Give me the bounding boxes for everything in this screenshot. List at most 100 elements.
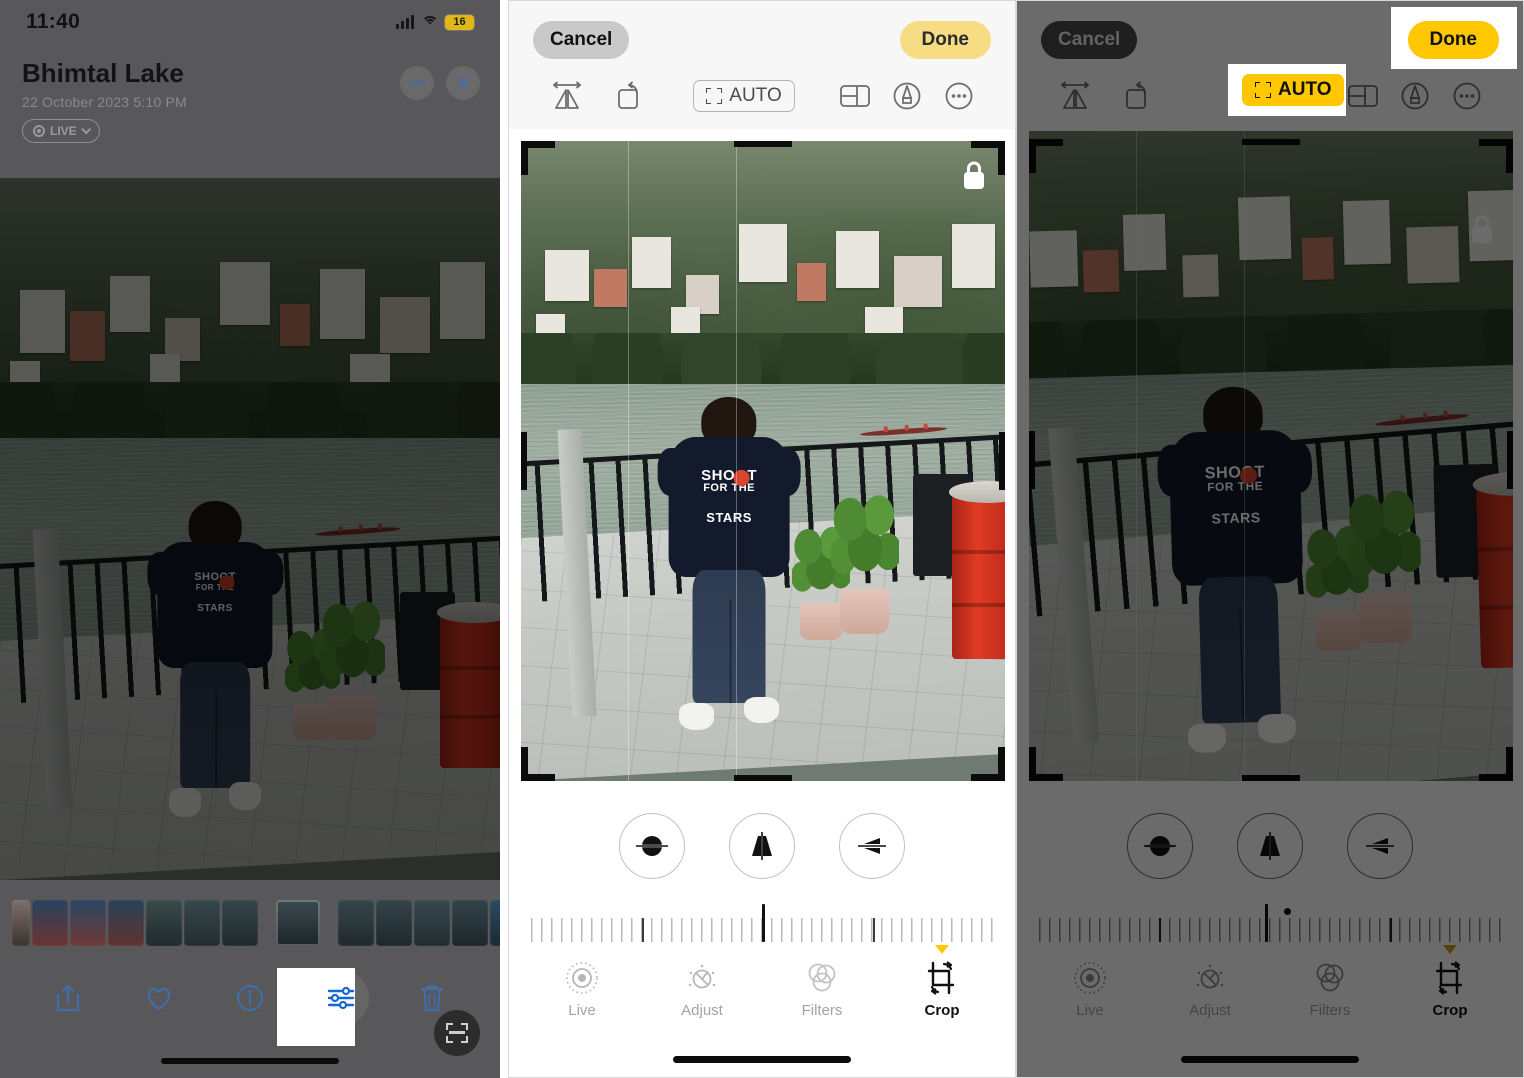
list-item[interactable] [490, 900, 500, 946]
list-item[interactable] [32, 900, 68, 946]
panel-photo-viewer: SHOOT FOR THE STARS 11:40 16 Bhimtal Lak… [0, 0, 500, 1078]
list-item-selected[interactable] [276, 900, 320, 946]
aspect-lock-button[interactable] [1469, 213, 1495, 250]
geometry-controls [509, 813, 1015, 879]
crop-frame[interactable] [1029, 139, 1513, 781]
tab-adjust[interactable]: Adjust [1167, 961, 1253, 1019]
crop-preview[interactable]: SHOOT FOR THE STARS [521, 141, 1005, 781]
done-button[interactable]: Done [1407, 21, 1499, 59]
straighten-button[interactable] [619, 813, 685, 879]
markup-button[interactable] [881, 81, 933, 111]
horizontal-perspective-button[interactable] [1347, 813, 1413, 879]
rotate-button[interactable] [603, 81, 659, 111]
photo-filmstrip[interactable] [12, 900, 500, 946]
ruler-needle[interactable] [762, 904, 765, 942]
tab-filters[interactable]: Filters [1287, 961, 1373, 1019]
flip-button[interactable] [1047, 81, 1103, 111]
done-button[interactable]: Done [899, 21, 991, 59]
info-button[interactable] [222, 970, 278, 1026]
shirt-text-line2: FOR THE [195, 582, 235, 592]
potted-plant-large [320, 599, 385, 740]
crop-handle-bottom[interactable] [734, 775, 792, 781]
adjust-dial-icon [1196, 964, 1224, 989]
auto-button[interactable]: AUTO [693, 80, 795, 112]
tab-crop[interactable]: Crop [899, 945, 985, 1019]
tab-live-label: Live [568, 1002, 596, 1019]
tab-crop[interactable]: Crop [1407, 945, 1493, 1019]
crop-handle-bottom-left[interactable] [521, 747, 555, 781]
crop-icon [1435, 961, 1463, 995]
more-options-button[interactable] [933, 81, 985, 111]
crop-handle-top-left[interactable] [521, 141, 555, 175]
straighten-button[interactable] [1127, 813, 1193, 879]
battery-indicator: 16 [445, 14, 474, 30]
flip-button[interactable] [539, 81, 595, 111]
horizontal-perspective-button[interactable] [839, 813, 905, 879]
shirt-text-line3: STARS [197, 603, 233, 615]
crop-handle-top[interactable] [734, 141, 792, 147]
flip-horizontal-icon [1061, 81, 1089, 109]
crop-handle-left[interactable] [1029, 431, 1035, 489]
adjust-sliders-icon [327, 986, 355, 1010]
straighten-slider[interactable] [1039, 904, 1501, 942]
crop-preview[interactable]: SHOOT FOR THE STARS [1029, 131, 1513, 781]
list-item[interactable] [146, 900, 182, 946]
more-options-button[interactable] [1441, 81, 1493, 111]
cancel-button[interactable]: Cancel [533, 21, 630, 59]
list-item[interactable] [376, 900, 412, 946]
favorite-button[interactable] [131, 970, 187, 1026]
aspect-ratio-icon [1348, 85, 1378, 107]
list-item[interactable] [452, 900, 488, 946]
viewer-toolbar [0, 970, 500, 1026]
active-tab-caret-icon [935, 945, 949, 954]
crop-handle-left[interactable] [521, 432, 527, 490]
panel-divider [500, 0, 508, 1078]
list-item[interactable] [222, 900, 258, 946]
cancel-button[interactable]: Cancel [1041, 21, 1138, 59]
crop-handle-right[interactable] [1507, 431, 1513, 489]
auto-label: AUTO [1278, 79, 1332, 100]
more-options-button[interactable] [400, 66, 434, 100]
vertical-perspective-button[interactable] [729, 813, 795, 879]
aspect-ratio-button[interactable] [829, 83, 881, 109]
ruler-needle[interactable] [1265, 904, 1269, 942]
share-button[interactable] [40, 970, 96, 1026]
status-bar: 11:40 16 [0, 0, 500, 44]
auto-button[interactable]: AUTO [1242, 74, 1345, 106]
vertical-perspective-button[interactable] [1237, 813, 1303, 879]
aspect-lock-button[interactable] [961, 159, 987, 196]
panel-crop-auto-applied: SHOOT FOR THE STARS Cancel Live Adjust F… [1016, 0, 1524, 1078]
tab-filters-label: Filters [1309, 1002, 1351, 1019]
crop-handle-bottom-right[interactable] [1479, 747, 1513, 781]
live-photo-badge[interactable]: LIVE [22, 119, 100, 143]
crop-handle-bottom-left[interactable] [1029, 747, 1063, 781]
crop-handle-top-right[interactable] [1479, 139, 1513, 173]
close-button[interactable] [446, 66, 480, 100]
tab-live[interactable]: Live [1047, 961, 1133, 1019]
markup-button[interactable] [1389, 81, 1441, 111]
live-text-scan-button[interactable] [434, 1010, 480, 1056]
list-item[interactable] [414, 900, 450, 946]
tab-filters[interactable]: Filters [779, 961, 865, 1019]
crop-handle-right[interactable] [999, 432, 1005, 490]
list-item[interactable] [12, 900, 30, 946]
rotate-icon [618, 81, 638, 109]
crop-handle-bottom-right[interactable] [971, 747, 1005, 781]
tab-live[interactable]: Live [539, 961, 625, 1019]
crop-handle-top[interactable] [1242, 139, 1300, 145]
list-item[interactable] [108, 900, 144, 946]
crop-handle-top-left[interactable] [1029, 139, 1063, 173]
more-ellipsis-icon [945, 82, 973, 110]
edit-button[interactable] [313, 970, 369, 1026]
list-item[interactable] [338, 900, 374, 946]
list-item[interactable] [184, 900, 220, 946]
three-panel-screenshot: SHOOT FOR THE STARS 11:40 16 Bhimtal Lak… [0, 0, 1524, 1078]
filters-circles-icon [808, 963, 836, 992]
rotate-button[interactable] [1111, 81, 1167, 111]
list-item[interactable] [70, 900, 106, 946]
crop-frame[interactable] [521, 141, 1005, 781]
crop-handle-bottom[interactable] [1242, 775, 1300, 781]
tab-adjust[interactable]: Adjust [659, 961, 745, 1019]
straighten-slider[interactable] [531, 904, 993, 942]
shirt-text-line1: SHOOT [194, 571, 236, 584]
